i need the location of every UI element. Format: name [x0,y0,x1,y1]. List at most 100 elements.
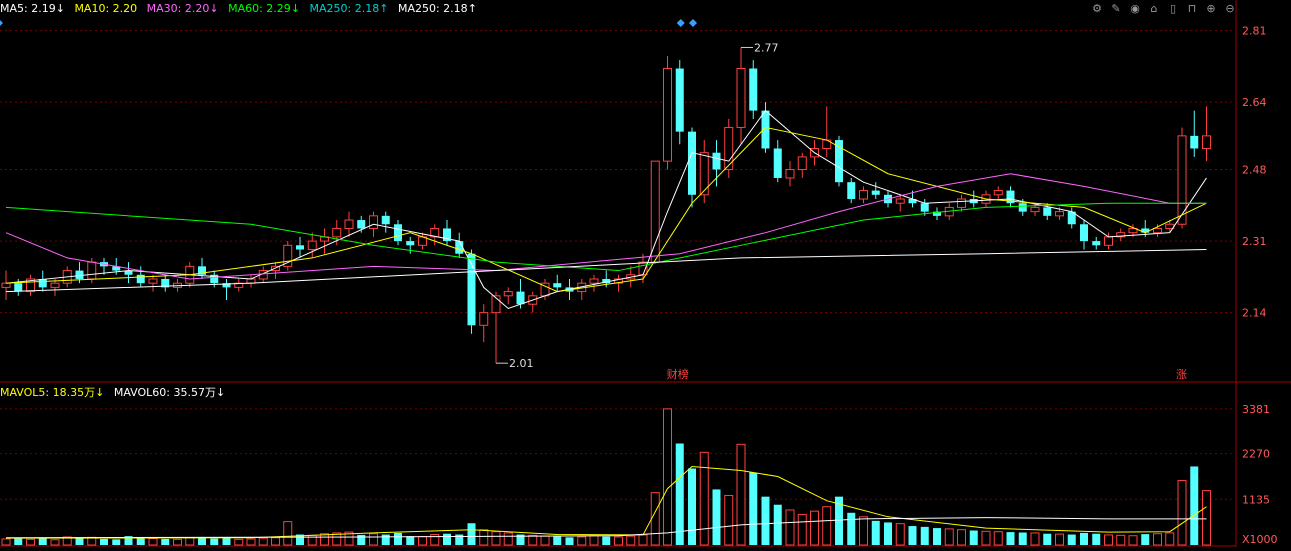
volume-bar-down [553,536,562,545]
candle-body-down [871,190,880,195]
signal-diamond-icon [689,19,697,27]
volume-bar-up [271,537,280,546]
candle-body-down [14,283,23,292]
left-edge-marker-icon [0,20,3,26]
volume-bar-down [161,538,170,545]
volume-bar-up [993,531,1003,546]
candle-body-down [712,152,721,170]
candle-body-up [332,227,342,238]
trash-icon[interactable]: ▯ [1166,2,1180,16]
volume-bar-up [944,528,954,546]
ma60-value: MA60: 2.29 [228,2,291,15]
volume-bar-down [1006,532,1015,545]
volume-bar-up [479,529,489,546]
volume-bar-down [394,532,402,545]
ma10-value: MA10: 2.20 [74,2,138,15]
candle-body-down [516,291,525,305]
volume-bar-up [785,509,795,546]
candle-body-up [699,152,709,196]
candle-body-down [553,283,562,288]
volume-bar-up [246,538,256,546]
mavol60-arrow: ↓ [215,386,226,399]
volume-legend: MAVOL5: 18.35万↓ MAVOL60: 35.57万↓ [0,384,231,402]
volume-bar-up [810,510,819,546]
volume-bar-down [443,533,451,545]
candle-body-down [1190,135,1199,149]
volume-bar-up [430,534,440,546]
candle-body-down [1080,224,1088,242]
event-marker-label: 涨 [1176,368,1187,381]
volume-bar-up [234,538,244,546]
eye-icon[interactable]: ◉ [1128,2,1142,16]
zoom-out-icon[interactable]: ⊖ [1223,2,1237,16]
ma250a-value: MA250: 2.18 [309,2,380,15]
candle-body-down [38,278,47,288]
ma250b-legend: MA250: 2.18↑ [398,2,477,15]
volume-bar-up [1153,533,1162,546]
volume-bar-up [614,536,623,546]
lock-icon[interactable]: ⊓ [1185,2,1199,16]
volume-bar-up [650,492,660,546]
volume-bar-down [112,539,121,545]
pen-icon[interactable]: ✎ [1109,2,1123,16]
candle-body-down [381,215,390,225]
volume-tick-label: 2270 [1242,448,1270,461]
volume-bar-down [1067,534,1076,545]
settings-icon[interactable]: ⚙ [1090,2,1104,16]
ma60-legend: MA60: 2.29↓ [228,2,300,15]
candle-body-down [675,68,684,132]
volume-bar-down [933,528,941,545]
basket-icon[interactable]: ⌂ [1147,2,1161,16]
event-marker-label: 财榜 [667,367,689,381]
volume-bar-up [699,451,709,546]
signal-diamond-icon [676,19,685,27]
candle-body-up [87,261,97,280]
candle-body-down [75,270,84,279]
volume-bar-down [14,538,23,545]
volume-bar-down [675,443,684,545]
volume-bar-up [1030,532,1040,546]
candle-body-down [357,220,366,229]
volume-bar-down [1080,532,1088,545]
ma30-legend: MA30: 2.20↓ [147,2,219,15]
ma250a-legend: MA250: 2.18↑ [310,2,389,15]
stock-chart[interactable]: 2.81 2.64 2.48 2.31 2.14 3381 2270 1135 X1000 2.7… [0,0,1291,547]
volume-bar-down [1190,466,1199,545]
volume-bar-up [797,513,807,546]
volume-bar-down [100,538,108,545]
volume-bar-up [724,494,734,546]
volume-bar-up [418,536,427,546]
ma250a-arrow: ↑ [379,2,389,15]
candle-body-up [724,126,734,171]
volume-bar-up [638,534,648,546]
candle-body-up [148,278,158,284]
volume-bar-down [38,538,47,545]
candle-body-up [369,215,378,229]
candle-body-down [1092,241,1101,246]
volume-bar-down [565,537,574,545]
volume-bar-up [50,539,60,546]
volume-bar-up [1,538,11,546]
zoom-in-icon[interactable]: ⊕ [1204,2,1218,16]
mavol5-legend: MAVOL5: 18.35万↓ [0,386,104,399]
ma60-arrow: ↓ [290,2,301,15]
volume-bar-up [626,535,636,546]
price-tick-label: 2.31 [1242,235,1267,248]
volume-bar-down [602,536,611,545]
volume-bar-down [712,489,721,545]
volume-bar-up [283,521,293,546]
volume-bar-down [1141,534,1150,545]
mavol60-legend: MAVOL60: 35.57万↓ [114,386,225,399]
volume-bar-down [406,536,415,545]
mavol5-arrow: ↓ [95,386,105,399]
candle-body-down [688,131,696,195]
candle-body-up [1104,236,1113,246]
candle-body-down [1018,203,1027,212]
volume-bar-up [736,443,746,546]
volume-bar-up [957,529,966,546]
volume-bar-down [1043,533,1052,545]
ma-line-ma30 [5,173,1207,280]
volume-bar-up [258,537,268,546]
chart-canvas[interactable]: 2.81 2.64 2.48 2.31 2.14 3381 2270 1135 X1000 2.7… [0,0,1291,547]
candle-body-down [773,148,782,178]
